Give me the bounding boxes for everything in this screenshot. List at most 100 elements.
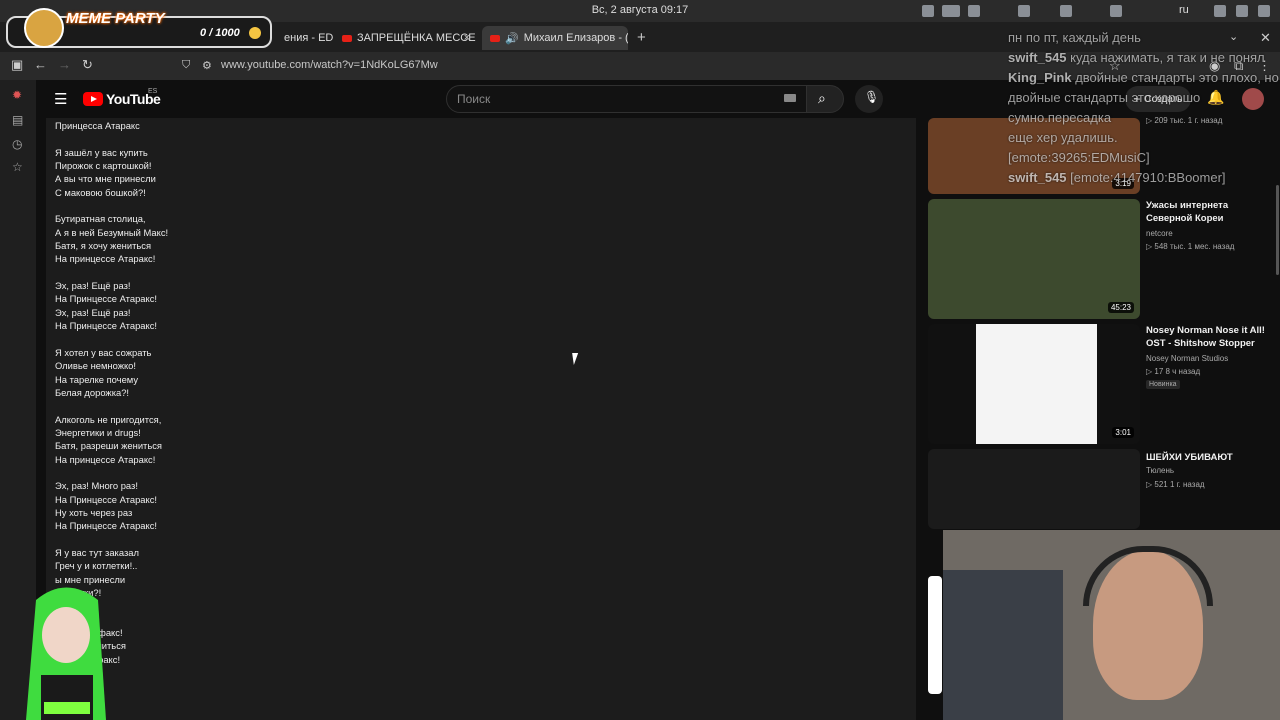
youtube-favicon-icon [490, 34, 500, 42]
search-input[interactable] [446, 85, 808, 113]
lyrics-stanza: Я зашёл у вас купить Пирожок с картошкой!… [55, 146, 355, 199]
keyboard-icon[interactable] [784, 94, 796, 102]
screen-icon[interactable] [942, 5, 960, 17]
lyrics-stanza: Я хотел у вас сожрать Оливье немножко! На … [55, 346, 355, 399]
doge-icon [24, 8, 64, 48]
search-placeholder: Поиск [457, 92, 491, 106]
tab-label: ЗАПРЕЩЁНКА МЕССЕН/ [357, 32, 476, 44]
youtube-play-icon [83, 92, 103, 106]
lyrics-stanza: Принцесса Атаракс [55, 119, 355, 132]
lyrics-line: Батя, я хочу жениться [55, 240, 152, 252]
sidebar-toggle-icon[interactable]: ▣ [11, 57, 23, 73]
disk-icon[interactable] [1018, 5, 1030, 17]
lyrics-line: Бутиратная столица, [55, 213, 146, 225]
app-red-icon[interactable]: ✹ [12, 88, 22, 102]
lyrics-line: На тарелке почему [55, 373, 139, 385]
lyrics-line: Оливье немножко! [55, 360, 136, 372]
speaker-icon[interactable]: 🔊 [505, 32, 519, 45]
lyrics-line: Эх, раз! Много раз! [55, 480, 138, 492]
lyrics-line: Ну хоть через раз [55, 506, 133, 518]
vtuber-avatar [26, 587, 106, 720]
shield-icon[interactable]: ⛉ [182, 59, 190, 72]
reading-list-icon[interactable]: ▤ [12, 113, 23, 127]
lyrics-line: Эх, раз! Ещё раз! [55, 280, 131, 292]
lyrics-line: Я хотел у вас сожрать [55, 346, 152, 358]
rec-channel-4[interactable]: Тюлень [1146, 466, 1174, 475]
meme-party-counter: 0 / 1000 [200, 27, 240, 39]
lyrics-line: А я в ней Безумный Макс! [55, 226, 169, 238]
chat-text: куда нажимать, я так и не понял [1070, 50, 1265, 65]
tab-elizarov[interactable]: 🔊 Михаил Елизаров - ( × [482, 26, 628, 50]
rec-meta-4: ▷ 521 1 г. назад [1146, 480, 1205, 489]
youtube-favicon-icon [342, 34, 352, 42]
voice-search-button[interactable]: 🎙 [855, 85, 883, 113]
forward-icon[interactable]: → [58, 57, 71, 72]
mic-tray-icon[interactable] [1214, 5, 1226, 17]
search-icon: ⌕ [818, 90, 826, 106]
chat-username: swift_545 [1008, 170, 1071, 185]
cpu-icon[interactable] [1110, 5, 1122, 17]
webcam-overlay [943, 530, 1280, 720]
chat-message: пн по пт, каждый день [1008, 28, 1280, 48]
headphones [1083, 546, 1213, 606]
meme-party-title: MEME PARTY [66, 10, 165, 27]
search-button[interactable]: ⌕ [806, 85, 844, 113]
tab-zapreshenka[interactable]: ЗАПРЕЩЁНКА МЕССЕН/ × [334, 26, 476, 50]
new-tab-button[interactable]: + [637, 29, 646, 46]
lyrics-stanza: Бутиратная столица, А я в ней Безумный Ма… [55, 212, 355, 265]
lyrics-stanza: Алкоголь не пригодится, Энергетики и drug… [55, 413, 355, 466]
site-settings-icon[interactable]: ⚙ [202, 59, 212, 72]
power-icon[interactable] [1258, 5, 1270, 17]
microphone-icon: 🎙 [864, 90, 880, 104]
lyrics-line: На Принцессе Атаракс! [55, 520, 158, 532]
volume-icon[interactable] [1236, 5, 1248, 17]
chat-message: swift_545 [emote:4147910:BBoomer] [1008, 168, 1280, 188]
hamburger-menu-icon[interactable]: ☰ [54, 90, 67, 108]
chat-text: сумно.пересадка [1008, 110, 1112, 125]
lyrics-line: Белая дорожка?! [55, 386, 130, 398]
lyrics-line: На Принцессе Атаракс! [55, 493, 158, 505]
rec-thumbnail-4[interactable] [928, 449, 1140, 529]
lyrics-line: Я зашёл у вас купить [55, 146, 148, 158]
lyrics-stanza: Эх, раз! Ещё раз! На Принцессе Атаракс! Эх… [55, 279, 355, 332]
lyrics-line: Я у вас тут заказал [55, 547, 139, 558]
lyrics-line: На Принцессе Атаракс! [55, 320, 158, 332]
rec-title-4[interactable]: ШЕЙХИ УБИВАЮТ [1146, 451, 1271, 464]
history-icon[interactable]: ◷ [12, 137, 22, 151]
network-icon[interactable] [1060, 5, 1072, 17]
os-clock: Вс, 2 августа 09:17 [591, 4, 689, 16]
lyrics-line: Пирожок с картошкой! [55, 160, 152, 172]
tab-label: ения - ED [284, 32, 334, 44]
chat-username: King_Pink [1008, 70, 1076, 85]
stream-chat-overlay: пн по пт, каждый день swift_545 куда нажи… [1008, 28, 1280, 358]
lyrics-line: Энергетики и drugs! [55, 426, 141, 438]
url-field[interactable]: www.youtube.com/watch?v=1NdKoLG67Mw [221, 59, 438, 71]
lyrics-line: С маковою бошкой?! [55, 186, 146, 198]
app-icon[interactable] [968, 5, 980, 17]
lyrics-line: На принцессе Атаракс! [55, 453, 156, 465]
chat-text: пн по пт, каждый день [1008, 30, 1141, 45]
chat-text: [emote:39265:EDMusiC] [1008, 150, 1150, 165]
duration-badge: 3:01 [1112, 427, 1134, 438]
chat-message: сумно.пересадка [1008, 108, 1280, 128]
keyboard-layout[interactable]: ru [1179, 4, 1189, 16]
chat-message: King_Pink двойные стандарты это плохо, н… [1008, 68, 1280, 108]
lyrics-line: Батя, разреши жениться [55, 440, 162, 452]
country-code: ES [148, 88, 158, 95]
settings-icon[interactable] [922, 5, 934, 17]
back-icon[interactable]: ← [34, 57, 47, 72]
lyrics-line: А вы что мне принесли [55, 173, 156, 185]
chat-message: [emote:39265:EDMusiC] [1008, 148, 1280, 168]
lyrics-line: Алкоголь не пригодится, [55, 413, 162, 425]
reload-icon[interactable]: ↻ [82, 57, 93, 73]
bookmarks-icon[interactable]: ☆ [12, 160, 23, 174]
lyrics-line: Принцесса Атаракс [55, 120, 140, 131]
new-badge: Новинка [1146, 380, 1180, 389]
chat-text: еще хер удалишь. [1008, 130, 1118, 145]
rec-card-5[interactable] [928, 576, 942, 694]
lyrics-stanza: Эх, раз! Много раз! На Принцессе Атаракс!… [55, 479, 355, 532]
chat-message: еще хер удалишь. [1008, 128, 1280, 148]
lyrics-line: На Принцессе Атаракс! [55, 293, 158, 305]
lyrics-line: Эх, раз! Ещё раз! [55, 306, 131, 318]
chat-username: swift_545 [1008, 50, 1071, 65]
